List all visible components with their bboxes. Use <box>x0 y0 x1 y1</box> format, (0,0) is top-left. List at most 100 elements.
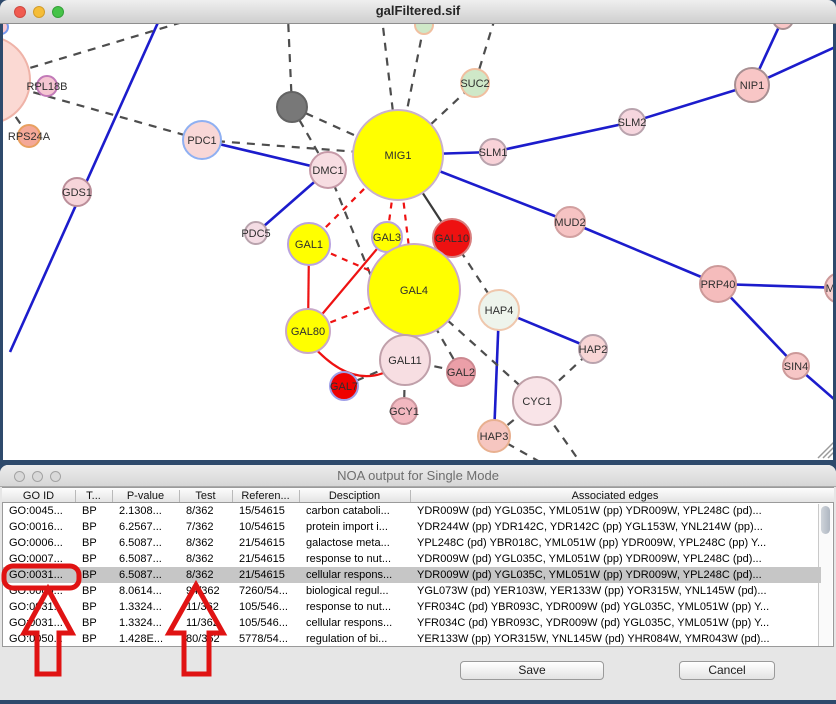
cell: 5778/54... <box>233 632 300 646</box>
column-header-go-id[interactable]: GO ID <box>2 489 75 503</box>
node-pdc1-label: PDC1 <box>187 135 216 147</box>
node-rps24a-label: RPS24A <box>8 131 51 143</box>
cell: 2.1308... <box>113 504 180 518</box>
table-header[interactable]: GO IDT...P-valueTestReferen...Desciption… <box>2 487 834 503</box>
node-sin4-label: SIN4 <box>784 361 808 373</box>
cancel-button[interactable]: Cancel <box>679 661 775 680</box>
column-header-p-value[interactable]: P-value <box>112 489 179 503</box>
node-prp40-label: PRP40 <box>701 279 736 291</box>
scrollbar-thumb[interactable] <box>821 506 830 534</box>
cell: 105/546... <box>233 600 300 614</box>
cell: GO:0007... <box>3 552 76 566</box>
node-mig1-label: MIG1 <box>385 150 412 162</box>
table-row-2[interactable]: GO:0006...BP6.5087...8/36221/54615galact… <box>3 535 821 551</box>
cell: 1.3324... <box>113 616 180 630</box>
node-cyc1-label: CYC1 <box>522 396 551 408</box>
cell: galactose meta... <box>300 536 411 550</box>
cell: 8/362 <box>180 552 233 566</box>
node-dmc1-label: DMC1 <box>312 165 343 177</box>
node-msl1-label: MSL1 <box>826 283 833 295</box>
node-gds1-label: GDS1 <box>62 187 92 199</box>
table-row-4[interactable]: GO:0031...BP6.5087...8/36221/54615cellul… <box>3 567 821 583</box>
cell: 7/362 <box>180 520 233 534</box>
screen: { "network_window": { "title": "galFilte… <box>0 0 836 704</box>
cell: regulation of bi... <box>300 632 411 646</box>
cell: BP <box>76 600 113 614</box>
network-window: galFiltered.sif RPL18B RPS24A GDS1 PDC1 DMC1… <box>0 0 836 460</box>
edge-redpath <box>312 345 390 376</box>
network-graph: RPL18BRPS24AGDS1PDC1DMC1MIG1SUC2SLM1SLM2… <box>3 24 833 460</box>
node-gal11-label: GAL11 <box>388 355 421 367</box>
node-gcy1-label: GCY1 <box>389 406 419 418</box>
node-pdc5-label: PDC5 <box>241 228 270 240</box>
cell: YFR034C (pd) YBR093C, YDR009W (pd) YGL03… <box>411 616 821 630</box>
column-header-referen[interactable]: Referen... <box>232 489 299 503</box>
edge-blue <box>632 85 752 122</box>
cell: biological regul... <box>300 584 411 598</box>
cell: BP <box>76 520 113 534</box>
cell: YER133W (pp) YOR315W, YNL145W (pd) YHR08… <box>411 632 821 646</box>
column-header-associated-edges[interactable]: Associated edges <box>410 489 820 503</box>
cell: GO:0016... <box>3 520 76 534</box>
cell: 8/362 <box>180 536 233 550</box>
cell: 105/546... <box>233 616 300 630</box>
cell: BP <box>76 584 113 598</box>
cell: 1.428E... <box>113 632 180 646</box>
noa-output-dialog: NOA output for Single Mode GO IDT...P-va… <box>0 465 836 700</box>
dialog-footer: Save Cancel <box>0 647 836 700</box>
cell: YDR009W (pd) YGL035C, YML051W (pp) YDR00… <box>411 568 821 582</box>
column-header-t[interactable]: T... <box>75 489 112 503</box>
cell: 80/362 <box>180 632 233 646</box>
node-slm2-label: SLM2 <box>618 117 647 129</box>
node-hap2-label: HAP2 <box>579 344 608 356</box>
cell: protein import i... <box>300 520 411 534</box>
table-row-1[interactable]: GO:0016...BP6.2567...7/36210/54615protei… <box>3 519 821 535</box>
node-nip1-label: NIP1 <box>740 80 764 92</box>
node-mud2-label: MUD2 <box>554 217 585 229</box>
node-hap3-label: HAP3 <box>480 431 509 443</box>
table-body: GO:0045...BP2.1308...8/36215/54615carbon… <box>2 503 834 647</box>
table-row-0[interactable]: GO:0045...BP2.1308...8/36215/54615carbon… <box>3 503 821 519</box>
cell: BP <box>76 568 113 582</box>
cell: 94/362 <box>180 584 233 598</box>
cell: BP <box>76 616 113 630</box>
cell: GO:0031... <box>3 568 76 582</box>
node-hap4-label: HAP4 <box>485 305 514 317</box>
node-gal1-label: GAL1 <box>295 239 323 251</box>
dialog-title: NOA output for Single Mode <box>0 468 836 483</box>
column-header-test[interactable]: Test <box>179 489 232 503</box>
network-canvas[interactable]: RPL18BRPS24AGDS1PDC1DMC1MIG1SUC2SLM1SLM2… <box>3 24 833 460</box>
node-gal4-label: GAL4 <box>400 285 428 297</box>
cell: carbon cataboli... <box>300 504 411 518</box>
table-row-8[interactable]: GO:0050...BP1.428E...80/3625778/54...reg… <box>3 631 821 647</box>
cell: YFR034C (pd) YBR093C, YDR009W (pd) YGL03… <box>411 600 821 614</box>
node-rpl18b-label: RPL18B <box>27 81 68 93</box>
table-row-6[interactable]: GO:0031...BP1.3324...11/362105/546...res… <box>3 599 821 615</box>
node-gal10-label: GAL10 <box>435 233 469 245</box>
node-gal2-label: GAL2 <box>447 367 475 379</box>
node-gal3-label: GAL3 <box>373 232 401 244</box>
node-large-left[interactable] <box>3 36 30 124</box>
save-button[interactable]: Save <box>460 661 604 680</box>
node-top-right[interactable] <box>773 24 793 29</box>
cell: 6.5087... <box>113 568 180 582</box>
cell: 21/54615 <box>233 552 300 566</box>
dialog-titlebar[interactable]: NOA output for Single Mode <box>0 465 836 487</box>
window-title: galFiltered.sif <box>0 3 836 18</box>
column-header-desciption[interactable]: Desciption <box>299 489 410 503</box>
cell: 8/362 <box>180 504 233 518</box>
table-row-5[interactable]: GO:0065...BP8.0614...94/3627260/54...bio… <box>3 583 821 599</box>
node-corner-tiny[interactable] <box>3 24 8 34</box>
cell: BP <box>76 552 113 566</box>
cell: GO:0050... <box>3 632 76 646</box>
table-row-3[interactable]: GO:0007...BP6.5087...8/36221/54615respon… <box>3 551 821 567</box>
network-titlebar[interactable]: galFiltered.sif <box>0 0 836 24</box>
cell: 11/362 <box>180 616 233 630</box>
node-gray[interactable] <box>277 92 307 122</box>
cell: YPL248C (pd) YBR018C, YML051W (pp) YDR00… <box>411 536 821 550</box>
cell: YDR009W (pd) YGL035C, YML051W (pp) YDR00… <box>411 552 821 566</box>
cell: 15/54615 <box>233 504 300 518</box>
node-green-top[interactable] <box>415 24 433 34</box>
node-suc2-label: SUC2 <box>460 78 489 90</box>
table-row-7[interactable]: GO:0031...BP1.3324...11/362105/546...cel… <box>3 615 821 631</box>
